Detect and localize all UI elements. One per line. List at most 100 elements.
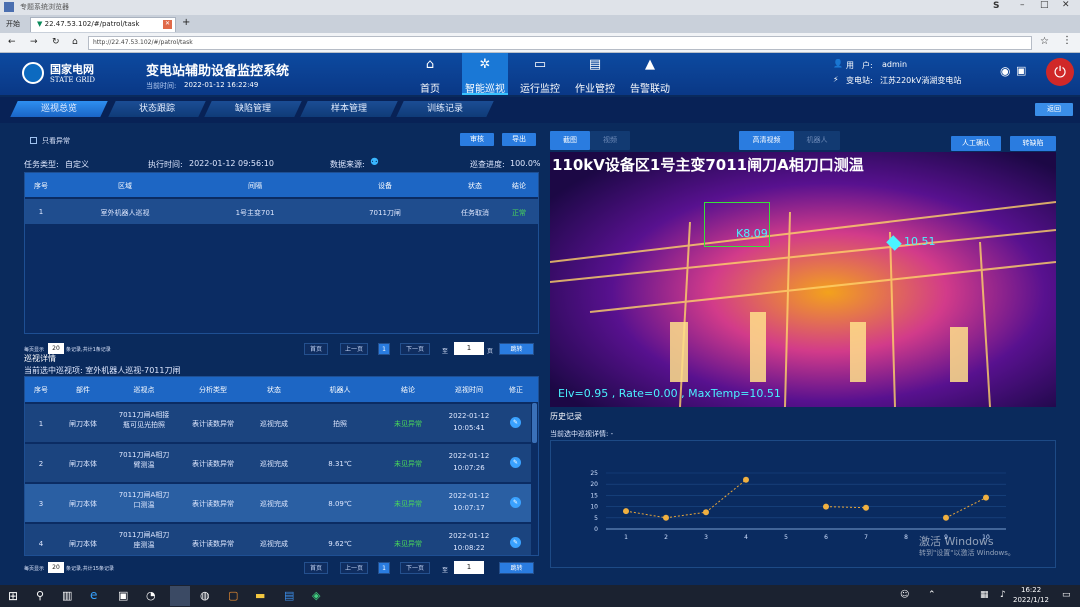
app-icon[interactable]: ▣ — [118, 589, 128, 602]
detail-table-row[interactable]: 2 闸刀本体 7011刀闸A相刀 臂测温 表计读数异常 巡视完成 8.31℃ 未见异常 202… — [25, 444, 531, 482]
tab-video[interactable]: 视频 — [590, 131, 630, 150]
table-row[interactable]: 1 室外机器人巡视 1号主变701 7011刀闸 任务取消 正常 — [25, 199, 538, 224]
export-button[interactable]: 导出 — [502, 133, 536, 146]
image-caption: 110kV设备区1号主变7011闸刀A相刀口测温 — [552, 156, 864, 174]
detail-table-row[interactable]: 1 闸刀本体 7011刀闸A相接 瓶可见光拍照 表计读数异常 巡视完成 拍照 未见异常 202… — [25, 404, 531, 442]
active-browser-icon[interactable] — [170, 586, 190, 606]
nav-work-control[interactable]: ▤ 作业管控 — [572, 53, 618, 95]
user-label: 用 户: — [846, 61, 873, 70]
menu-icon[interactable]: ⋮ — [1062, 35, 1072, 46]
windows-start-icon[interactable]: ⊞ — [8, 589, 18, 603]
favorite-star-icon[interactable]: ☆ — [1040, 36, 1049, 47]
people-icon[interactable]: ☺ — [900, 590, 909, 600]
close-icon[interactable]: ✕ — [1062, 0, 1070, 10]
tray-icon[interactable]: ⌃ — [928, 590, 936, 600]
tab-sample-management[interactable]: 样本管理 — [300, 101, 398, 117]
x-tick-label: 8 — [904, 534, 908, 541]
edit-icon[interactable]: ✎ — [510, 497, 521, 508]
cell-type: 表计读数异常 — [192, 460, 234, 468]
app-icon[interactable]: ▤ — [284, 589, 294, 602]
review-button[interactable]: 审核 — [460, 133, 494, 146]
search-icon[interactable]: ⚲ — [36, 589, 44, 602]
detail-table-row[interactable]: 3 闸刀本体 7011刀闸A相刀 口测温 表计读数异常 巡视完成 8.09℃ 未见异常 202… — [25, 484, 531, 522]
only-abnormal-checkbox[interactable] — [30, 137, 37, 144]
detail-table-row[interactable]: 4 闸刀本体 7011刀闸A相刀 座测温 表计读数异常 巡视完成 9.62℃ 未见异常 202… — [25, 524, 531, 555]
per-page-input[interactable]: 20 — [48, 562, 64, 573]
cell-robot: 9.62℃ — [328, 540, 352, 548]
app-icon[interactable]: ▢ — [228, 589, 238, 602]
tab-training-records[interactable]: 训练记录 — [396, 101, 494, 117]
tab-defect-management[interactable]: 缺陷管理 — [204, 101, 302, 117]
cell-conclusion: 正常 — [512, 209, 526, 217]
app-icon[interactable]: ◍ — [200, 589, 210, 602]
maximize-icon[interactable]: □ — [1040, 0, 1049, 10]
home-icon[interactable]: ⌂ — [72, 37, 78, 47]
tab-hd-video[interactable]: 高清视频 — [739, 131, 794, 150]
forward-icon[interactable]: → — [30, 37, 38, 47]
task-view-icon[interactable]: ▥ — [62, 589, 72, 602]
prev-page-button[interactable]: 上一页 — [340, 562, 368, 574]
cell-date: 2022-01-12 — [448, 452, 490, 460]
first-page-button[interactable]: 首页 — [304, 343, 328, 355]
jump-button[interactable]: 跳转 — [499, 562, 534, 574]
tab-robot[interactable]: 机器人 — [794, 131, 840, 150]
jump-button[interactable]: 跳转 — [499, 343, 534, 355]
manual-confirm-button[interactable]: 人工确认 — [951, 136, 1001, 151]
detail-scrollbar[interactable] — [532, 403, 537, 443]
tab-image[interactable]: 截图 — [550, 131, 590, 150]
page-title: 变电站辅助设备监控系统 — [146, 64, 290, 79]
edge-icon[interactable]: e — [90, 588, 97, 602]
detection-box — [704, 202, 770, 247]
user-icon: 👤 — [833, 59, 843, 68]
edit-icon[interactable]: ✎ — [510, 417, 521, 428]
browser-title-bar: 专题系统浏览器 S – □ ✕ — [0, 0, 1080, 15]
cell-date: 2022-01-12 — [448, 412, 490, 420]
to-defect-button[interactable]: 转缺陷 — [1010, 136, 1056, 151]
back-icon[interactable]: ← — [8, 37, 16, 47]
tab-patrol[interactable]: ▼ 22.47.53.102/#/patrol/task ✕ — [30, 17, 176, 32]
detail-table: 序号 部件 巡视点 分析类型 状态 机器人 结论 巡视时间 修正 1 闸刀本体 70… — [24, 376, 539, 556]
app-icon[interactable]: ◔ — [146, 589, 156, 602]
network-icon[interactable]: ▦ — [980, 590, 989, 600]
notification-icon[interactable]: ▭ — [1062, 590, 1071, 600]
folder-icon[interactable]: ▬ — [255, 589, 265, 602]
nav-run-monitor[interactable]: ▭ 运行监控 — [517, 53, 563, 95]
cell-no: 4 — [38, 540, 44, 548]
goto-label: 至 — [442, 567, 449, 574]
goto-page-input[interactable]: 1 — [454, 342, 484, 355]
settings-icon[interactable]: ▣ — [1016, 64, 1026, 77]
edit-icon[interactable]: ✎ — [510, 537, 521, 548]
app-header: 国家电网 STATE GRID 变电站辅助设备监控系统 当前时间: 2022-0… — [0, 53, 1080, 95]
power-icon[interactable]: ⏻ — [1046, 58, 1074, 86]
minimize-icon[interactable]: – — [1020, 0, 1025, 10]
cell-patrol-time: 2022-01-12 10:07:17 — [437, 490, 501, 514]
volume-icon[interactable]: ♪ — [1000, 590, 1006, 600]
tab-patrol-overview[interactable]: 巡视总览 — [10, 101, 108, 117]
nav-smart-patrol[interactable]: ✲ 智能巡视 — [462, 53, 508, 95]
cell-robot: 8.31℃ — [328, 460, 352, 468]
tab-close-icon[interactable]: ✕ — [163, 20, 172, 29]
first-page-button[interactable]: 首页 — [304, 562, 328, 574]
next-page-button[interactable]: 下一页 — [400, 343, 430, 355]
nav-alarm-linkage[interactable]: ▲ 告警联动 — [627, 53, 673, 95]
page-number-button[interactable]: 1 — [378, 562, 390, 574]
current-time: 2022-01-12 16:22:49 — [184, 81, 259, 89]
prev-page-button[interactable]: 上一页 — [340, 343, 368, 355]
tab-status-tracking[interactable]: 状态跟踪 — [108, 101, 206, 117]
cell-status: 巡视完成 — [260, 500, 288, 508]
edit-icon[interactable]: ✎ — [510, 457, 521, 468]
nav-home[interactable]: ⌂ 首页 — [407, 53, 453, 95]
page-number-button[interactable]: 1 — [378, 343, 390, 355]
back-button[interactable]: 返回 — [1035, 103, 1073, 116]
cell-robot: 8.09℃ — [328, 500, 352, 508]
goto-page-input[interactable]: 1 — [454, 561, 484, 574]
app-icon[interactable]: ◈ — [312, 589, 320, 602]
new-tab-icon[interactable]: + — [182, 17, 190, 28]
user-avatar[interactable]: S — [993, 1, 999, 11]
cell-bay: 1号主变701 — [235, 209, 275, 217]
address-input[interactable]: http://22.47.53.102/#/patrol/task — [88, 36, 1032, 50]
start-tab[interactable]: 开始 — [6, 19, 20, 29]
camera-icon[interactable]: ◉ — [1000, 64, 1010, 78]
next-page-button[interactable]: 下一页 — [400, 562, 430, 574]
reload-icon[interactable]: ↻ — [52, 37, 60, 47]
